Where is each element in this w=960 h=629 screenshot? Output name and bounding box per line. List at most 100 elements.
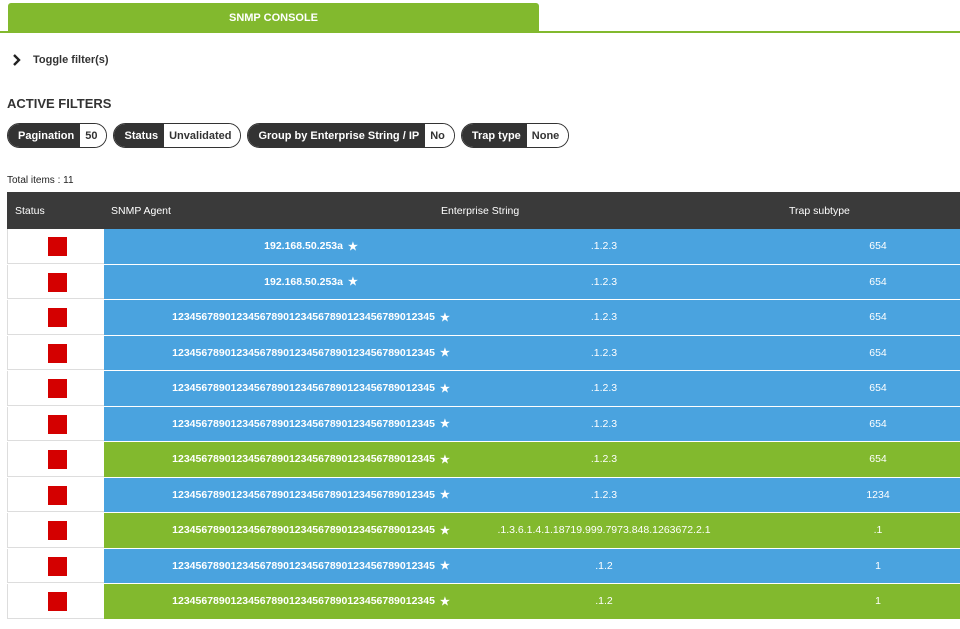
star-icon[interactable]: ★ [440,346,450,359]
table-row[interactable]: 1234567890123456789012345678901234567890… [7,548,960,584]
trap-subtype-cell: 1234 [866,488,890,501]
status-square-icon [48,592,67,611]
chevron-right-icon [13,54,21,66]
filter-value: 50 [80,124,107,147]
star-icon[interactable]: ★ [440,488,450,501]
status-cell [7,584,104,619]
snmp-agent-cell[interactable]: 1234567890123456789012345678901234567890… [104,371,518,406]
enterprise-string-cell: .1.2.3 [590,311,618,324]
enterprise-string-cell: .1.2.3 [590,240,618,253]
row-data[interactable]: 1234567890123456789012345678901234567890… [104,406,960,442]
star-icon[interactable]: ★ [440,382,450,395]
table-header: Status SNMP Agent Enterprise String Trap… [7,192,960,229]
status-square-icon [48,450,67,469]
column-header-trap-subtype[interactable]: Trap subtype [789,205,850,217]
status-cell [7,406,104,441]
enterprise-string-cell: .1.2.3 [590,453,618,466]
snmp-agent-cell[interactable]: 1234567890123456789012345678901234567890… [104,584,518,619]
trap-subtype-cell: 654 [869,346,887,359]
row-data[interactable]: 1234567890123456789012345678901234567890… [104,335,960,371]
enterprise-string-cell: .1.2.3 [590,382,618,395]
row-data[interactable]: 1234567890123456789012345678901234567890… [104,513,960,548]
filter-key: Status [114,124,165,147]
table-row[interactable]: 1234567890123456789012345678901234567890… [7,371,960,407]
tab-snmp-console[interactable]: SNMP CONSOLE [8,3,539,33]
status-cell [7,477,104,512]
snmp-agent-cell[interactable]: 1234567890123456789012345678901234567890… [104,407,518,442]
table-row[interactable]: 1234567890123456789012345678901234567890… [7,335,960,371]
filter-pill-group-by[interactable]: Group by Enterprise String / IP No [247,123,455,148]
snmp-agent-text: 192.168.50.253a [264,275,343,288]
star-icon[interactable]: ★ [440,524,450,537]
enterprise-string-cell: .1.2.3 [590,488,618,501]
enterprise-string-cell: .1.2 [595,595,613,608]
status-square-icon [48,237,67,256]
snmp-agent-text: 1234567890123456789012345678901234567890… [172,595,435,608]
snmp-agent-text: 1234567890123456789012345678901234567890… [172,311,435,324]
star-icon[interactable]: ★ [348,275,358,288]
status-square-icon [48,521,67,540]
table-row[interactable]: 1234567890123456789012345678901234567890… [7,584,960,620]
status-cell [7,513,104,548]
row-data[interactable]: 192.168.50.253a ★ .1.2.3 654 [104,264,960,300]
table-row[interactable]: 1234567890123456789012345678901234567890… [7,300,960,336]
filter-value: No [425,124,454,147]
filter-pill-status[interactable]: Status Unvalidated [113,123,242,148]
row-data[interactable]: 192.168.50.253a ★ .1.2.3 654 [104,229,960,264]
star-icon[interactable]: ★ [440,595,450,608]
filter-pill-trap-type[interactable]: Trap type None [460,123,570,148]
filter-value: None [526,124,569,147]
star-icon[interactable]: ★ [440,417,450,430]
row-data[interactable]: 1234567890123456789012345678901234567890… [104,300,960,335]
star-icon[interactable]: ★ [440,453,450,466]
toggle-filters[interactable]: Toggle filter(s) [12,54,109,66]
table-body: 192.168.50.253a ★ .1.2.3 654 192.168.50.253a… [7,229,960,620]
snmp-agent-cell[interactable]: 1234567890123456789012345678901234567890… [104,442,518,477]
snmp-agent-cell[interactable]: 1234567890123456789012345678901234567890… [104,336,518,371]
table-row[interactable]: 1234567890123456789012345678901234567890… [7,513,960,549]
column-header-snmp-agent[interactable]: SNMP Agent [111,205,171,217]
active-filters-title: ACTIVE FILTERS [7,96,112,111]
star-icon[interactable]: ★ [440,559,450,572]
trap-subtype-cell: 654 [869,453,887,466]
snmp-agent-text: 1234567890123456789012345678901234567890… [172,488,435,501]
table-row[interactable]: 1234567890123456789012345678901234567890… [7,477,960,513]
filter-key: Group by Enterprise String / IP [248,124,426,147]
status-cell [7,371,104,406]
status-square-icon [48,379,67,398]
status-cell [7,442,104,477]
total-items: Total items : 11 [7,175,74,186]
star-icon[interactable]: ★ [348,240,358,253]
status-cell [7,335,104,370]
trap-subtype-cell: 654 [869,240,887,253]
table-row[interactable]: 192.168.50.253a ★ .1.2.3 654 [7,264,960,300]
filter-pill-pagination[interactable]: Pagination 50 [7,123,108,148]
row-data[interactable]: 1234567890123456789012345678901234567890… [104,584,960,619]
snmp-agent-cell[interactable]: 192.168.50.253a ★ [104,265,518,300]
status-cell [7,264,104,299]
status-square-icon [48,414,67,434]
table-row[interactable]: 192.168.50.253a ★ .1.2.3 654 [7,229,960,265]
filter-pills: Pagination 50 Status Unvalidated Group b… [7,123,570,148]
table-row[interactable]: 1234567890123456789012345678901234567890… [7,406,960,442]
row-data[interactable]: 1234567890123456789012345678901234567890… [104,371,960,406]
trap-subtype-cell: 654 [869,382,887,395]
star-icon[interactable]: ★ [440,311,450,324]
snmp-agent-cell[interactable]: 192.168.50.253a ★ [104,229,518,264]
snmp-agent-cell[interactable]: 1234567890123456789012345678901234567890… [104,478,518,513]
table-row[interactable]: 1234567890123456789012345678901234567890… [7,442,960,478]
column-header-status[interactable]: Status [15,205,45,217]
status-cell [7,300,104,335]
row-data[interactable]: 1234567890123456789012345678901234567890… [104,477,960,513]
trap-subtype-cell: 654 [869,417,887,430]
enterprise-string-cell: .1.3.6.1.4.1.18719.999.7973.848.1263672.… [497,524,711,537]
snmp-agent-cell[interactable]: 1234567890123456789012345678901234567890… [104,300,518,335]
column-header-enterprise-string[interactable]: Enterprise String [441,205,519,217]
status-square-icon [48,485,67,505]
status-square-icon [48,556,67,576]
row-data[interactable]: 1234567890123456789012345678901234567890… [104,442,960,477]
snmp-agent-cell[interactable]: 1234567890123456789012345678901234567890… [104,513,518,548]
status-cell [7,229,104,264]
snmp-agent-cell[interactable]: 1234567890123456789012345678901234567890… [104,549,518,584]
row-data[interactable]: 1234567890123456789012345678901234567890… [104,548,960,584]
